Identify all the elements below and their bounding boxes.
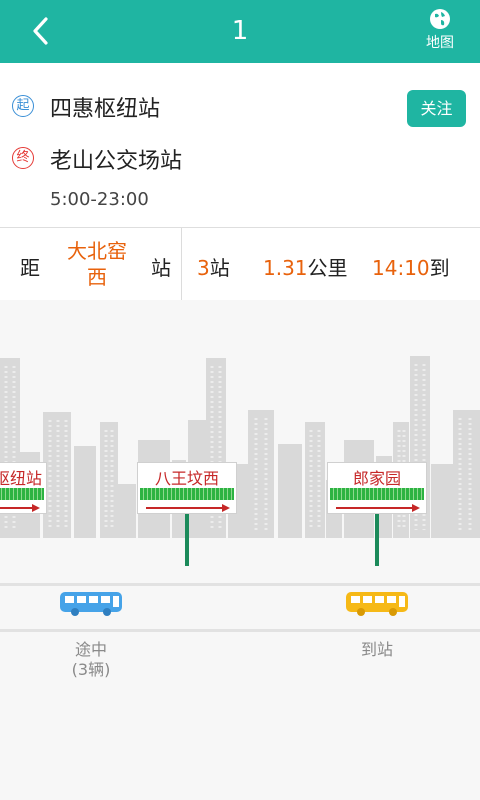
stop-sign-bar: [330, 488, 424, 500]
arrival-estimate: 14:10到: [372, 252, 450, 281]
back-arrow-icon: [33, 17, 48, 45]
direction-arrow-icon: [146, 504, 230, 512]
distance-prefix: 距: [20, 256, 40, 280]
map-button[interactable]: 地图: [418, 8, 462, 56]
stops-count: 3: [197, 256, 210, 280]
track-line-bottom: [0, 629, 480, 632]
stop-sign-bar: [140, 488, 234, 500]
start-badge-icon: 起: [12, 95, 34, 117]
stop-sign-name: 八王坟西: [154, 469, 219, 488]
app-header: 1 地图: [0, 0, 480, 63]
arrival-status-row: 距 大北窑西 站 3站 1.31公里 14:10到: [0, 228, 480, 300]
stop-sign-siihui[interactable]: 枢纽站: [0, 462, 47, 514]
arrival-suffix: 到: [429, 256, 450, 280]
map-label: 地图: [426, 35, 454, 51]
stop-sign-bar: [0, 488, 44, 500]
station-suffix: 站: [151, 256, 171, 280]
status-divider: [181, 228, 182, 300]
start-stop-name: 四惠枢纽站: [50, 97, 161, 122]
stops-unit: 站: [209, 256, 230, 280]
stop-sign-pole: [185, 514, 189, 566]
bus-en-route-status: 途中: [74, 640, 107, 659]
bus-en-route-icon[interactable]: [59, 590, 123, 618]
back-button[interactable]: [28, 14, 54, 48]
stop-sign-bawangfen-xi[interactable]: 八王坟西: [137, 462, 237, 514]
end-stop-name: 老山公交场站: [50, 149, 183, 174]
end-badge-icon: 终: [12, 147, 34, 169]
follow-button[interactable]: 关注: [407, 90, 466, 127]
globe-icon: [430, 9, 450, 29]
route-info-panel: 起 四惠枢纽站 终 老山公交场站 关注 5:00-23:00: [0, 63, 480, 228]
bus-arrived-label: 到站: [360, 640, 393, 659]
bus-line-view: 枢纽站 八王坟西 郎家园 途中 (3辆) 到站: [0, 300, 480, 800]
distance-km: 1.31: [263, 256, 308, 280]
stop-sign-langjiayuan[interactable]: 郎家园: [327, 462, 427, 514]
bus-en-route-label: 途中 (3辆): [51, 640, 131, 680]
distance-away: 1.31公里: [263, 252, 348, 281]
direction-arrow-icon: [336, 504, 420, 512]
track-line-top: [0, 583, 480, 586]
stop-sign-name: 枢纽站: [0, 469, 42, 488]
bus-arrived-icon[interactable]: [345, 590, 409, 618]
stops-away: 3站: [197, 252, 230, 281]
service-hours: 5:00-23:00: [50, 189, 149, 210]
arrival-time: 14:10: [372, 256, 430, 280]
stop-sign-name: 郎家园: [352, 469, 401, 488]
direction-arrow-icon: [0, 504, 40, 512]
stop-sign-pole: [375, 514, 379, 566]
bus-en-route-count: (3辆): [71, 660, 111, 679]
distance-unit: 公里: [307, 256, 348, 280]
target-stop-name[interactable]: 大北窑西: [58, 238, 136, 290]
route-title: 1: [231, 16, 249, 46]
